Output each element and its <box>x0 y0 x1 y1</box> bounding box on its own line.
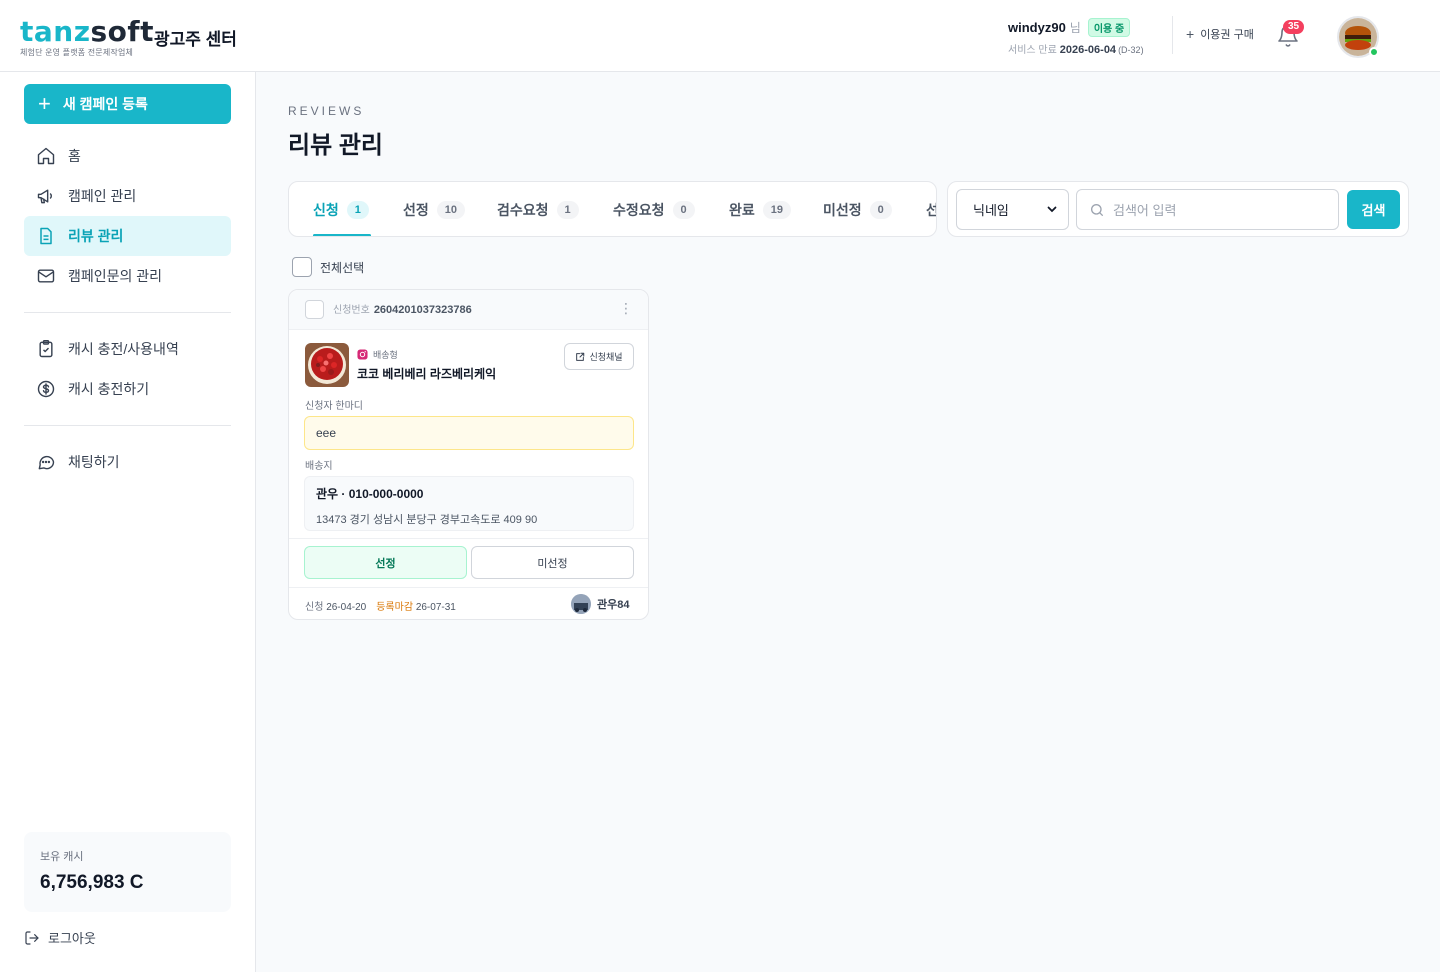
review-card: 신청번호 2604201037323786 ⋮ 배송형 코코 베리베리 라즈베리케… <box>288 289 649 620</box>
tab-count: 10 <box>436 200 466 219</box>
megaphone-icon <box>37 189 52 204</box>
new-campaign-button[interactable]: + 새 캠페인 등록 <box>24 84 231 124</box>
tab-count: 1 <box>346 200 369 219</box>
select-all-checkbox[interactable] <box>292 257 312 277</box>
search-icon <box>1091 203 1103 216</box>
application-number: 신청번호 2604201037323786 <box>333 304 472 316</box>
plus-icon: + <box>38 91 51 116</box>
unselect-button[interactable]: 미선정 <box>471 546 634 579</box>
notification-count-badge: 35 <box>1283 20 1305 34</box>
status-badge: 이용 중 <box>1087 17 1131 37</box>
tab-not-selected[interactable]: 미선정 0 <box>823 182 892 236</box>
chevron-down-icon <box>1047 206 1057 213</box>
sidebar-item-home[interactable]: 홈 <box>24 136 231 176</box>
sidebar-divider <box>24 312 231 313</box>
comment-label: 신청자 한마디 <box>305 401 363 412</box>
logout-button[interactable]: 로그아웃 <box>24 928 96 947</box>
applicant-comment: eee <box>304 416 634 450</box>
sidebar: + 새 캠페인 등록 홈 캠페인 관리 리뷰 관리 캠페인문의 관리 캐시 충전… <box>0 72 256 972</box>
logo-wordmark: tanzsoft <box>20 15 154 48</box>
tab-completed[interactable]: 완료 19 <box>729 182 792 236</box>
page-title: 리뷰 관리 <box>288 132 383 159</box>
active-tab-indicator <box>313 234 371 236</box>
instagram-icon <box>357 349 368 360</box>
tab-overflow[interactable]: 선 <box>926 182 936 236</box>
tab-count: 19 <box>762 200 792 219</box>
search-input[interactable]: 검색어 입력 <box>1076 189 1339 230</box>
logo[interactable]: tanzsoft 체험단 운영 플랫폼 전문제작업체 <box>20 18 154 58</box>
sidebar-item-reviews[interactable]: 리뷰 관리 <box>24 216 231 256</box>
document-icon <box>40 227 52 245</box>
shipping-address: 관우 · 010-000-0000 13473 경기 성남시 분당구 경부고속도… <box>304 476 634 531</box>
sidebar-item-campaigns[interactable]: 캠페인 관리 <box>24 176 231 216</box>
tab-applied[interactable]: 신청 1 <box>313 182 369 236</box>
chat-icon <box>38 455 55 470</box>
sidebar-item-inquiries[interactable]: 캠페인문의 관리 <box>24 256 231 296</box>
divider <box>289 538 648 539</box>
card-dates: 신청 26-04-20 등록마감 26-07-31 <box>305 602 456 613</box>
header-divider <box>1172 16 1173 54</box>
review-card-header: 신청번호 2604201037323786 ⋮ <box>289 290 648 330</box>
plus-icon: + <box>1186 26 1195 42</box>
divider <box>289 587 648 588</box>
delivery-type: 배송형 <box>357 348 398 361</box>
expire-dday: (D-32) <box>1118 45 1144 55</box>
select-all[interactable]: 전체선택 <box>292 257 364 277</box>
sidebar-item-chat[interactable]: 채팅하기 <box>24 442 231 482</box>
cash-balance-card: 보유 캐시 6,756,983 C <box>24 832 231 912</box>
buy-pass-button[interactable]: + 이용권 구매 <box>1186 26 1254 42</box>
sidebar-item-cash-charge[interactable]: 캐시 충전하기 <box>24 369 231 409</box>
address-line: 13473 경기 성남시 분당구 경부고속도로 409 90 <box>316 514 538 526</box>
status-tabs: 신청1 선정10 검수요청1 수정요청0 완료19 미선정0 선 <box>288 181 937 237</box>
cash-balance-value: 6,756,983 C <box>40 872 144 893</box>
sidebar-item-cash-history[interactable]: 캐시 충전/사용내역 <box>24 329 231 369</box>
deadline-date: 26-07-31 <box>415 602 456 613</box>
external-link-icon <box>576 352 585 361</box>
mail-icon <box>37 269 55 283</box>
home-icon <box>37 147 55 165</box>
avatar <box>571 594 591 614</box>
top-header: tanzsoft 체험단 운영 플랫폼 전문제작업체 광고주 센터 windyz… <box>0 0 1440 72</box>
tab-count: 0 <box>869 200 892 219</box>
select-all-label: 전체선택 <box>320 260 365 275</box>
review-checkbox[interactable] <box>305 300 324 319</box>
tab-count: 1 <box>556 200 579 219</box>
apply-date: 26-04-20 <box>326 602 367 613</box>
deadline-label: 등록마감 <box>376 602 414 613</box>
tab-review-request[interactable]: 검수요청 1 <box>497 182 579 236</box>
address-label: 배송지 <box>305 461 333 472</box>
user-id: windyz90 <box>1008 19 1066 35</box>
select-button[interactable]: 선정 <box>304 546 467 579</box>
expire-date: 2026-06-04 <box>1059 44 1117 56</box>
dollar-circle-icon <box>37 380 55 398</box>
page-eyebrow: REVIEWS <box>288 104 365 118</box>
center-name: 광고주 센터 <box>154 30 237 49</box>
expire-info: 서비스 만료 2026-06-04 (D-32) <box>1008 44 1144 56</box>
sidebar-divider <box>24 425 231 426</box>
tab-revision-request[interactable]: 수정요청 0 <box>613 182 695 236</box>
product-thumbnail <box>305 343 349 387</box>
user-suffix: 님 <box>1069 20 1081 35</box>
search-bar: 닉네임 검색어 입력 검색 <box>947 181 1409 237</box>
more-options-icon[interactable]: ⋮ <box>619 301 633 315</box>
tab-count: 0 <box>672 200 695 219</box>
logout-icon <box>25 930 39 945</box>
cash-balance-label: 보유 캐시 <box>40 851 84 863</box>
recipient-contact: 관우 · 010-000-0000 <box>316 487 424 501</box>
applicant-user[interactable]: 관우84 <box>571 594 629 614</box>
search-button[interactable]: 검색 <box>1347 190 1400 229</box>
clipboard-check-icon <box>39 339 53 358</box>
logo-tagline: 체험단 운영 플랫폼 전문제작업체 <box>20 48 134 57</box>
tab-selected[interactable]: 선정 10 <box>403 182 466 236</box>
user-info: windyz90 님 이용 중 서비스 만료 2026-06-04 (D-32) <box>1008 17 1168 56</box>
online-status-dot <box>1369 47 1379 57</box>
product-name: 코코 베리베리 라즈베리케익 <box>357 367 497 381</box>
apply-channel-button[interactable]: 신청채널 <box>564 343 634 370</box>
search-field-select[interactable]: 닉네임 <box>956 189 1069 230</box>
search-placeholder: 검색어 입력 <box>1113 203 1177 218</box>
